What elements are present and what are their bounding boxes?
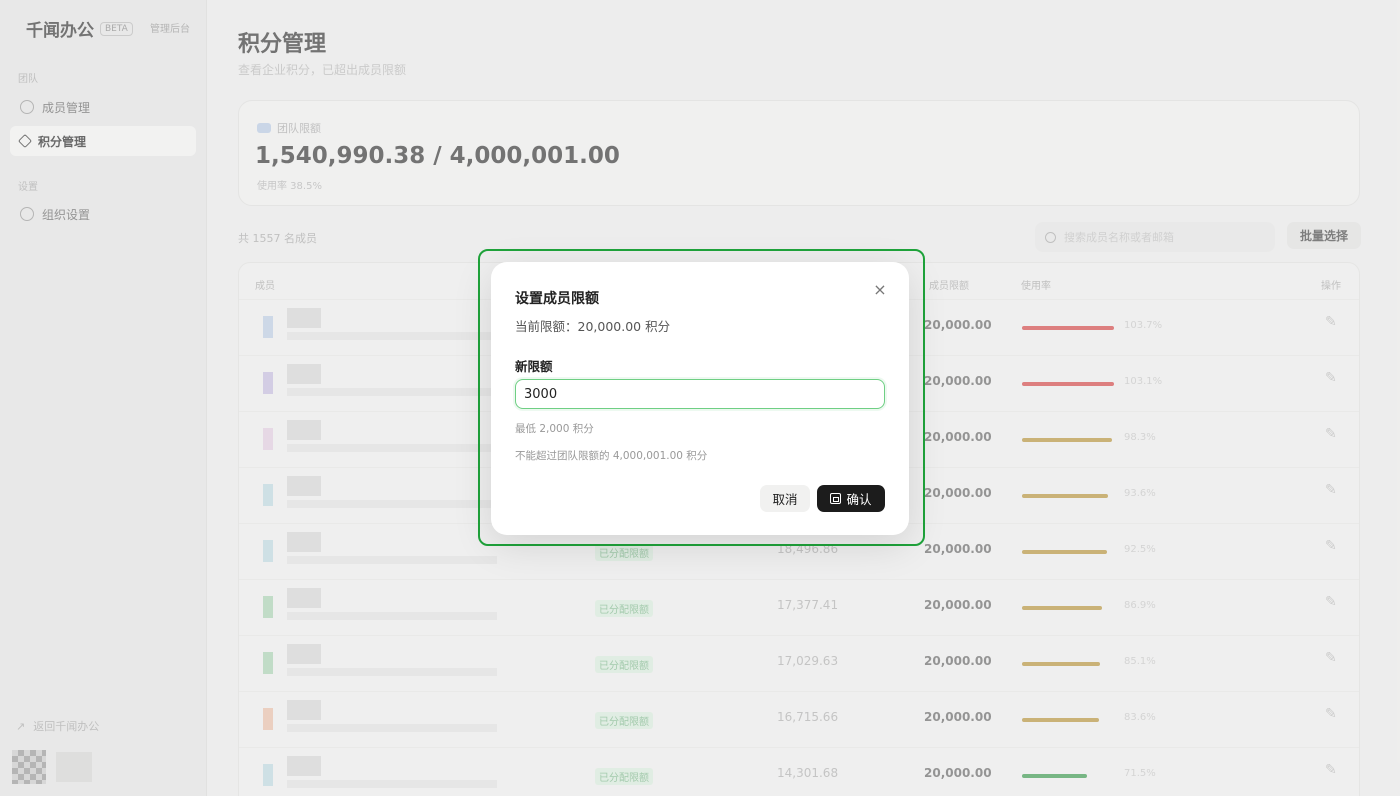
save-icon [830,493,842,504]
min-limit-hint: 最低 2,000 积分 [515,423,594,435]
new-limit-input[interactable] [515,379,885,409]
current-limit-label: 当前限额： [515,319,578,334]
confirm-label: 确认 [846,492,872,507]
current-limit-value: 20,000.00 积分 [577,319,671,334]
set-member-limit-dialog: 设置成员限额 × 当前限额： 20,000.00 积分 新限额 最低 2,000… [491,262,909,535]
new-limit-label: 新限额 [515,359,553,374]
max-limit-hint: 不能超过团队限额的 4,000,001.00 积分 [515,450,708,462]
confirm-button[interactable]: 确认 [817,485,885,512]
cancel-button[interactable]: 取消 [760,485,810,512]
close-icon[interactable]: × [871,281,889,299]
current-limit: 当前限额： 20,000.00 积分 [515,316,670,335]
dialog-title: 设置成员限额 [515,291,599,307]
